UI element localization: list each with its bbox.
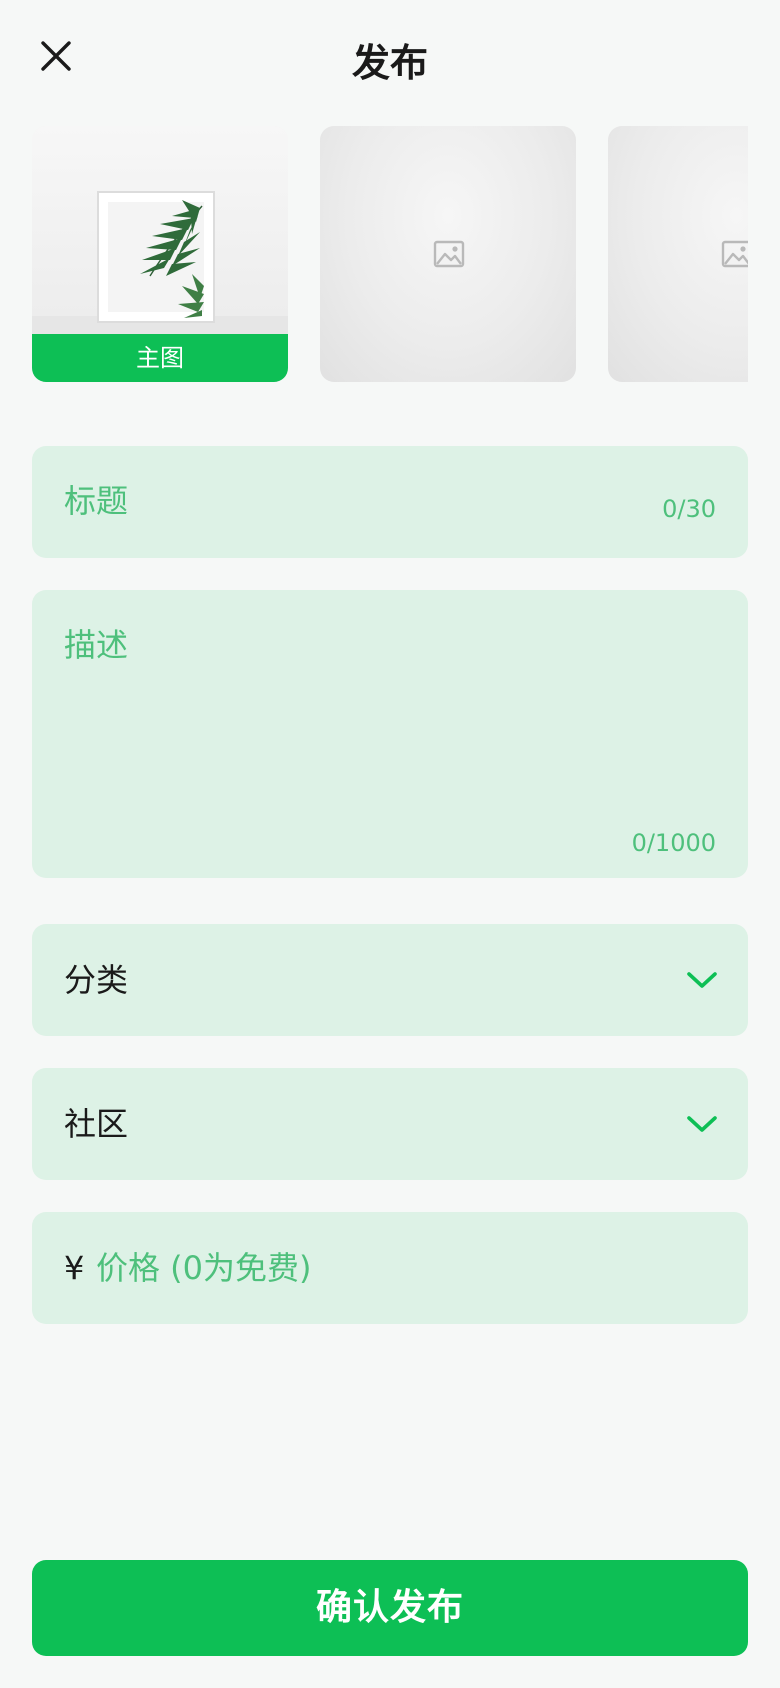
page-title: 发布 — [351, 41, 428, 85]
confirm-publish-button[interactable]: 确认发布 — [32, 1560, 748, 1656]
image-slot-2[interactable] — [320, 126, 576, 382]
title-placeholder: 标题 — [64, 482, 129, 520]
image-placeholder-icon — [433, 240, 465, 268]
category-label: 分类 — [64, 961, 129, 999]
price-input[interactable]: ¥ 价格 (0为免费) — [32, 1212, 748, 1324]
image-slot-3[interactable] — [608, 126, 748, 382]
image-placeholder-icon — [721, 240, 748, 268]
description-input[interactable]: 描述 0/1000 — [32, 590, 748, 878]
currency-symbol: ¥ — [64, 1249, 85, 1287]
price-placeholder: 价格 (0为免费) — [96, 1249, 312, 1287]
main-image-photo — [32, 126, 288, 334]
category-select[interactable]: 分类 — [32, 924, 748, 1036]
community-select[interactable]: 社区 — [32, 1068, 748, 1180]
description-counter: 0/1000 — [631, 829, 716, 857]
header: 发布 — [0, 0, 780, 120]
main-image-thumb[interactable]: 主图 — [32, 126, 288, 382]
chevron-down-icon — [687, 1116, 717, 1132]
description-placeholder: 描述 — [64, 626, 129, 664]
community-label: 社区 — [64, 1105, 129, 1143]
image-strip[interactable]: 主图 — [32, 126, 748, 382]
title-counter: 0/30 — [662, 495, 716, 523]
title-input[interactable]: 标题 0/30 — [32, 446, 748, 558]
chevron-down-icon — [687, 972, 717, 988]
main-image-badge: 主图 — [32, 334, 288, 382]
